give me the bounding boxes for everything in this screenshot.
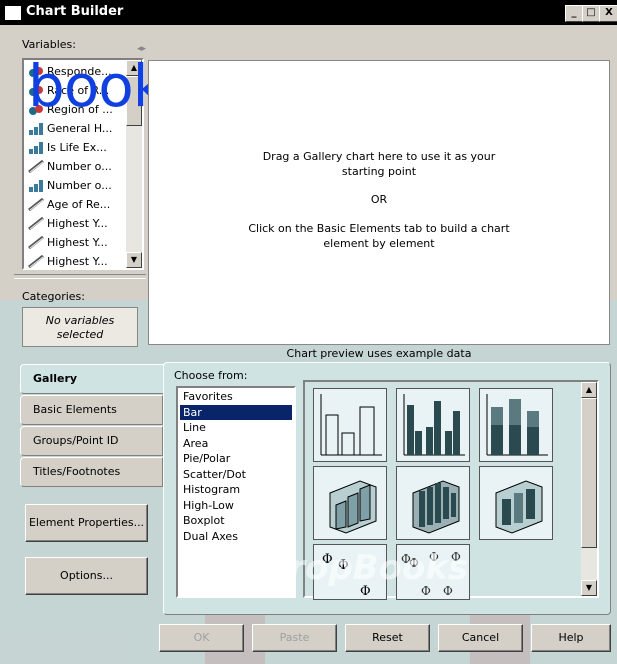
scale-icon [28, 235, 44, 250]
variable-label: Highest Y... [47, 236, 108, 249]
simple-bar-chart-icon [320, 394, 382, 456]
tab-groups-point-id[interactable]: Groups/Point ID [20, 426, 163, 456]
ordinal-icon [28, 122, 44, 135]
chart-type-item[interactable]: High-Low [178, 498, 294, 514]
chart-type-item[interactable]: Pie/Polar [178, 451, 294, 467]
ordinal-icon [28, 179, 44, 192]
reset-button[interactable]: Reset [345, 624, 430, 652]
options-button[interactable]: Options... [25, 557, 148, 595]
ordinal-icon [28, 141, 44, 154]
tab-titles-footnotes[interactable]: Titles/Footnotes [20, 457, 163, 487]
element-properties-button[interactable]: Element Properties... [25, 504, 148, 542]
app-icon [5, 6, 21, 20]
3d-stacked-bar-thumbnail[interactable] [479, 466, 553, 540]
help-button[interactable]: Help [531, 624, 611, 652]
variable-label: Highest Y... [47, 217, 108, 230]
variable-label: General H... [47, 122, 113, 135]
categories-box: No variables selected [22, 307, 138, 347]
canvas-or: OR [370, 193, 388, 206]
variable-item[interactable]: Number o... [24, 176, 126, 195]
tab-gallery[interactable]: Gallery [20, 364, 166, 394]
window-title: Chart Builder [26, 4, 124, 19]
3d-bar-thumbnail[interactable] [313, 466, 387, 540]
gallery-scroll-thumb[interactable] [581, 398, 597, 548]
tab-basic-elements[interactable]: Basic Elements [20, 395, 163, 425]
simple-bar-thumbnail[interactable] [313, 388, 387, 462]
3d-clustered-bar-chart-icon [412, 480, 460, 534]
maximize-button[interactable]: □ [582, 5, 600, 22]
paste-button[interactable]: Paste [252, 624, 337, 652]
title-bar: Chart Builder _ □ X [0, 0, 617, 25]
categories-placeholder: No variables selected [45, 314, 115, 341]
3d-bar-chart-icon [329, 480, 377, 534]
chart-type-item[interactable]: Histogram [178, 482, 294, 498]
chart-type-item[interactable]: Area [178, 436, 294, 452]
cancel-button[interactable]: Cancel [438, 624, 523, 652]
variable-label: Number o... [47, 179, 112, 192]
variable-item[interactable]: Number o... [24, 157, 126, 176]
minimize-button[interactable]: _ [565, 5, 583, 22]
watermark-band-text: DropBooks [260, 548, 469, 588]
variable-label: Is Life Ex... [47, 141, 107, 154]
variable-label: Age of Re... [47, 198, 111, 211]
close-button[interactable]: X [599, 5, 617, 22]
scale-icon [28, 197, 44, 212]
variables-label: Variables: [22, 38, 76, 51]
chart-type-item[interactable]: Dual Axes [178, 529, 294, 545]
variable-item[interactable]: Is Life Ex... [24, 138, 126, 157]
variable-label: Highest Y... [47, 255, 108, 268]
variable-item[interactable]: Age of Re... [24, 195, 126, 214]
chart-type-item[interactable]: Boxplot [178, 513, 294, 529]
scale-icon [28, 254, 44, 269]
splitter-bar[interactable] [14, 274, 146, 279]
canvas-instruction-1: Drag a Gallery chart here to use it as y… [262, 150, 496, 163]
choose-from-label: Choose from: [174, 369, 248, 382]
chart-type-item[interactable]: Scatter/Dot [178, 467, 294, 483]
scale-icon [28, 216, 44, 231]
canvas-instruction-2: starting point [341, 165, 417, 178]
canvas-instruction-3: Click on the Basic Elements tab to build… [248, 222, 510, 235]
stacked-bar-thumbnail[interactable] [479, 388, 553, 462]
chart-type-item[interactable]: Line [178, 420, 294, 436]
variable-item[interactable]: Highest Y... [24, 214, 126, 233]
clustered-bar-chart-icon [403, 394, 465, 456]
chart-canvas[interactable]: Drag a Gallery chart here to use it as y… [148, 60, 610, 345]
chart-type-item[interactable]: Favorites [178, 389, 294, 405]
scale-icon [28, 159, 44, 174]
variable-item[interactable]: General H... [24, 119, 126, 138]
clustered-bar-thumbnail[interactable] [396, 388, 470, 462]
gallery-scrollbar[interactable]: ▲ ▼ [581, 382, 597, 596]
gallery-scroll-up-button[interactable]: ▲ [581, 382, 597, 398]
ok-button[interactable]: OK [159, 624, 244, 652]
3d-clustered-bar-thumbnail[interactable] [396, 466, 470, 540]
variable-item[interactable]: Highest Y... [24, 233, 126, 252]
variable-item[interactable]: Highest Y... [24, 252, 126, 271]
scroll-down-button[interactable]: ▼ [126, 252, 142, 268]
categories-label: Categories: [22, 290, 85, 303]
canvas-instruction-4: element by element [323, 237, 435, 250]
gallery-scroll-down-button[interactable]: ▼ [581, 580, 597, 596]
variable-label: Number o... [47, 160, 112, 173]
stacked-bar-chart-icon [486, 394, 548, 456]
chart-type-item[interactable]: Bar [180, 404, 292, 420]
3d-stacked-bar-chart-icon [495, 480, 543, 534]
preview-note: Chart preview uses example data [286, 347, 472, 360]
